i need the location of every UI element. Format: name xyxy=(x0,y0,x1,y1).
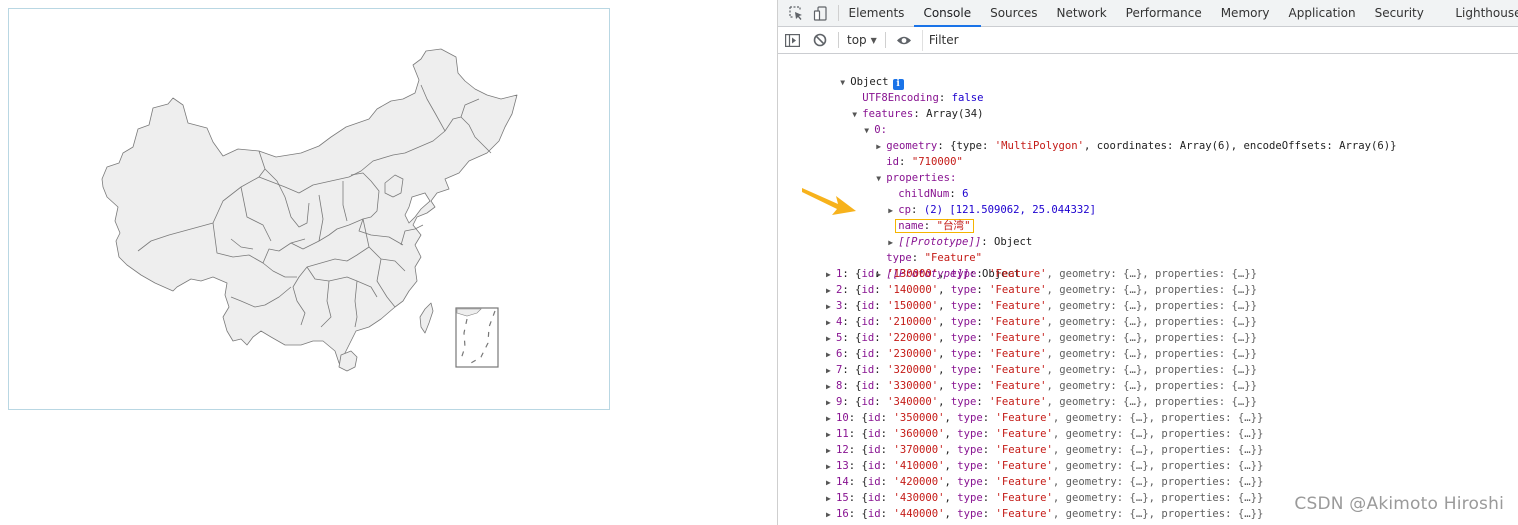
toolbar-divider xyxy=(884,32,886,48)
object-root-row[interactable]: ▼ Object i xyxy=(802,58,904,90)
collapsed-triangle-icon[interactable]: ▶ xyxy=(826,459,836,475)
collapsed-triangle-icon[interactable]: ▶ xyxy=(826,315,836,331)
china-map xyxy=(101,48,518,372)
collapsed-triangle-icon[interactable]: ▶ xyxy=(826,267,836,283)
feature-row[interactable]: ▶ 3: {id: '150000', type: 'Feature', geom… xyxy=(826,298,1257,314)
context-label: top xyxy=(847,33,867,47)
properties-row[interactable]: ▼ properties: xyxy=(838,154,956,184)
toolbar-divider xyxy=(838,32,839,48)
feature-0-row[interactable]: ▼ 0: xyxy=(826,106,887,136)
tab-lighthouse[interactable]: Lighthouse xyxy=(1433,0,1518,26)
geometry-row[interactable]: ▶ geometry: {type: 'MultiPolygon', coordi… xyxy=(838,122,1396,152)
tab-memory[interactable]: Memory xyxy=(1211,0,1279,26)
show-sidebar-icon[interactable] xyxy=(778,27,806,54)
feature-row[interactable]: ▶ 4: {id: '210000', type: 'Feature', geom… xyxy=(826,314,1257,330)
collapsed-triangle-icon[interactable]: ▶ xyxy=(826,427,836,443)
console-output: ▼ Object i UTF8Encoding: false ▼ features: … xyxy=(778,56,1518,525)
console-toolbar: top ▼ xyxy=(778,27,1518,54)
device-toolbar-icon[interactable] xyxy=(808,5,832,21)
collapsed-triangle-icon[interactable]: ▶ xyxy=(826,283,836,299)
collapsed-triangle-icon[interactable]: ▶ xyxy=(826,299,836,315)
feature-row[interactable]: ▶ 7: {id: '320000', type: 'Feature', geom… xyxy=(826,362,1257,378)
collapsed-triangle-icon[interactable]: ▶ xyxy=(826,363,836,379)
map-chart-container xyxy=(8,8,610,410)
feature-row[interactable]: ▶ 8: {id: '330000', type: 'Feature', geom… xyxy=(826,378,1257,394)
collapsed-triangle-icon[interactable]: ▶ xyxy=(826,347,836,363)
devtools-tabbar: Elements Console Sources Network Perform… xyxy=(778,0,1518,27)
feature-row[interactable]: ▶ 14: {id: '420000', type: 'Feature', geo… xyxy=(826,474,1263,490)
feature-row[interactable]: ▶ 5: {id: '220000', type: 'Feature', geom… xyxy=(826,330,1257,346)
feature-row[interactable]: ▶ 16: {id: '440000', type: 'Feature', geo… xyxy=(826,506,1263,522)
utf8encoding-row: UTF8Encoding: false xyxy=(862,92,984,104)
feature-row[interactable]: ▶ 15: {id: '430000', type: 'Feature', geo… xyxy=(826,490,1263,506)
feature-row[interactable]: ▶ 12: {id: '370000', type: 'Feature', geo… xyxy=(826,442,1263,458)
inspect-element-icon[interactable] xyxy=(784,5,808,21)
feature-row[interactable]: ▶ 13: {id: '410000', type: 'Feature', geo… xyxy=(826,458,1263,474)
tab-performance[interactable]: Performance xyxy=(1116,0,1211,26)
id-row: id: "710000" xyxy=(886,156,963,168)
feature-prototype-row[interactable]: ▶ [[Prototype]]: Object xyxy=(838,250,1020,280)
properties-prototype-row[interactable]: ▶ [[Prototype]]: Object xyxy=(850,218,1032,248)
live-expression-eye-icon[interactable] xyxy=(890,27,918,54)
tab-network[interactable]: Network xyxy=(1047,0,1116,26)
tab-elements[interactable]: Elements xyxy=(839,0,914,26)
collapsed-triangle-icon[interactable]: ▶ xyxy=(826,331,836,347)
taiwan-island xyxy=(419,302,434,334)
cp-row[interactable]: ▶ cp: (2) [121.509062, 25.044332] xyxy=(850,186,1096,216)
collapsed-triangle-icon[interactable]: ▶ xyxy=(826,507,836,523)
collapsed-triangle-icon[interactable]: ▶ xyxy=(826,491,836,507)
collapsed-triangle-icon[interactable]: ▶ xyxy=(826,411,836,427)
mainland-outline xyxy=(101,48,518,370)
feature-row[interactable]: ▶ 2: {id: '140000', type: 'Feature', geom… xyxy=(826,282,1257,298)
feature-row[interactable]: ▶ 1: {id: '130000', type: 'Feature', geom… xyxy=(826,266,1257,282)
filter-input[interactable] xyxy=(921,29,1518,51)
feature-row[interactable]: ▶ 6: {id: '230000', type: 'Feature', geom… xyxy=(826,346,1257,362)
features-row[interactable]: ▼ features: Array(34) xyxy=(814,90,983,120)
caret-down-icon: ▼ xyxy=(870,35,877,45)
type-row: type: "Feature" xyxy=(886,252,982,264)
tab-application[interactable]: Application xyxy=(1279,0,1365,26)
tab-console[interactable]: Console xyxy=(913,0,981,27)
collapsed-triangle-icon[interactable]: ▶ xyxy=(826,443,836,459)
context-selector[interactable]: top ▼ xyxy=(843,33,881,47)
feature-row[interactable]: ▶ 11: {id: '360000', type: 'Feature', geo… xyxy=(826,426,1263,442)
collapsed-triangle-icon[interactable]: ▶ xyxy=(826,395,836,411)
clear-console-icon[interactable] xyxy=(806,27,834,54)
feature-row[interactable]: ▶ 9: {id: '340000', type: 'Feature', geom… xyxy=(826,394,1257,410)
south-china-sea-inset xyxy=(455,307,499,368)
tab-sources[interactable]: Sources xyxy=(981,0,1047,26)
tab-security[interactable]: Security xyxy=(1365,0,1433,26)
devtools-panel: Elements Console Sources Network Perform… xyxy=(777,0,1518,525)
feature-row[interactable]: ▶ 10: {id: '350000', type: 'Feature', geo… xyxy=(826,410,1263,426)
collapsed-triangle-icon[interactable]: ▶ xyxy=(826,379,836,395)
watermark: CSDN @Akimoto Hiroshi xyxy=(1294,494,1504,514)
annotation-arrow-icon xyxy=(802,188,856,215)
name-row: name: "台湾" xyxy=(860,202,974,233)
collapsed-triangle-icon[interactable]: ▶ xyxy=(826,475,836,491)
childnum-row: childNum: 6 xyxy=(898,188,969,200)
